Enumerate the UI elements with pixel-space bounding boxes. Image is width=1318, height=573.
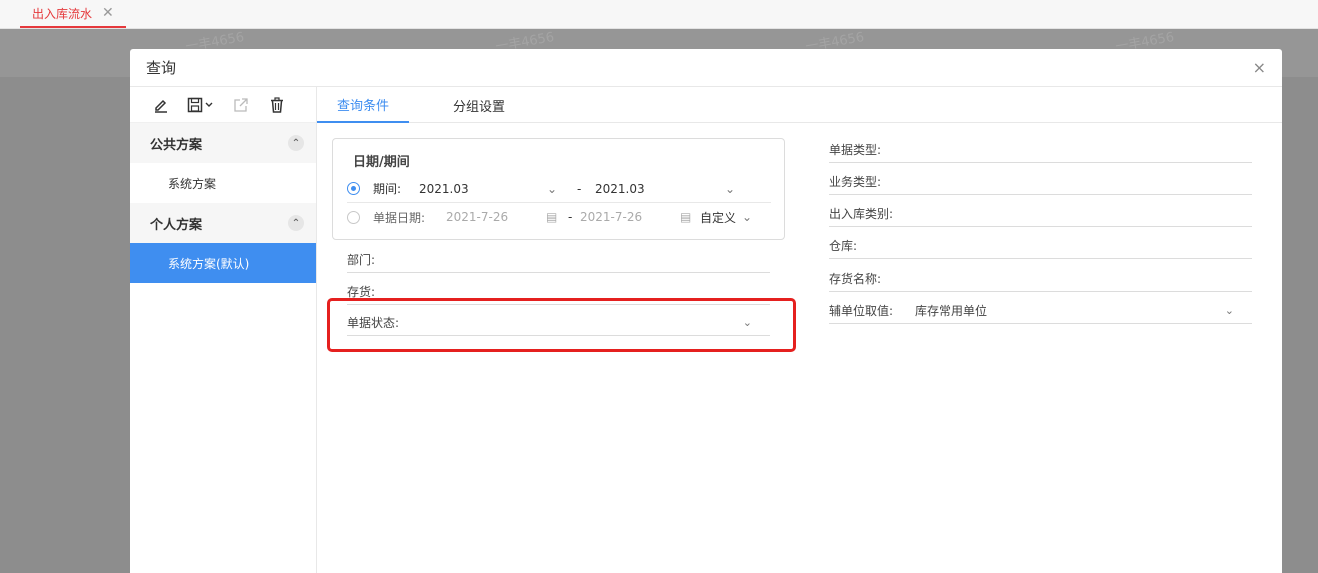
highlight-box <box>327 298 796 352</box>
query-tabs: 查询条件 分组设置 <box>317 87 1282 123</box>
biz-type-field[interactable]: 业务类型: <box>829 169 1252 195</box>
tab-query-conditions[interactable]: 查询条件 <box>317 87 410 123</box>
chevron-down-icon[interactable]: ⌄ <box>725 182 735 196</box>
biz-type-label: 业务类型: <box>829 175 882 189</box>
period-to-select[interactable]: 2021.03 <box>595 182 725 196</box>
public-plan-group[interactable]: 公共方案 ⌃ <box>130 123 316 163</box>
period-label: 期间: <box>373 182 402 196</box>
doc-date-radio[interactable] <box>347 210 360 224</box>
doc-type-label: 单据类型: <box>829 143 882 157</box>
chevron-down-icon[interactable]: ⌄ <box>1225 304 1234 317</box>
group-label: 个人方案 <box>150 217 203 233</box>
warehouse-field[interactable]: 仓库: <box>829 233 1252 259</box>
date-to-input[interactable]: 2021-7-26 <box>580 210 680 224</box>
tab-label: 出入库流水 <box>32 6 93 21</box>
io-category-label: 出入库类别: <box>829 207 894 221</box>
period-from-select[interactable]: 2021.03 <box>419 182 547 196</box>
custom-range-select[interactable]: 自定义 <box>700 209 742 226</box>
plan-item-system-default[interactable]: 系统方案(默认) <box>130 243 316 283</box>
close-icon[interactable]: ✕ <box>102 5 114 21</box>
dept-label: 部门: <box>347 253 376 267</box>
calendar-icon[interactable]: ▤ <box>680 210 700 224</box>
personal-plan-group[interactable]: 个人方案 ⌃ <box>130 203 316 243</box>
doc-date-label: 单据日期: <box>373 210 426 225</box>
chevron-up-icon[interactable]: ⌃ <box>288 215 304 231</box>
plan-toolbar <box>130 87 316 123</box>
date-separator: - <box>568 210 573 224</box>
delete-icon[interactable] <box>266 94 288 116</box>
doc-type-field[interactable]: 单据类型: <box>829 137 1252 163</box>
plan-panel: 公共方案 ⌃ 系统方案 个人方案 ⌃ 系统方案(默认) <box>130 87 317 573</box>
inventory-name-field[interactable]: 存货名称: <box>829 266 1252 292</box>
period-separator: - <box>577 181 582 196</box>
dialog-close-button[interactable]: × <box>1253 58 1266 77</box>
tab-group-settings[interactable]: 分组设置 <box>433 87 525 123</box>
save-icon[interactable] <box>186 94 216 116</box>
plan-item-system[interactable]: 系统方案 <box>130 163 316 203</box>
group-label: 公共方案 <box>150 137 203 153</box>
dept-field[interactable]: 部门: <box>347 247 770 273</box>
inventory-name-label: 存货名称: <box>829 272 882 286</box>
tab-io-flow[interactable]: 出入库流水 ✕ <box>20 0 126 28</box>
io-category-field[interactable]: 出入库类别: <box>829 201 1252 227</box>
dialog-title: 查询 <box>146 59 177 77</box>
date-from-input[interactable]: 2021-7-26 <box>446 210 546 224</box>
aux-unit-label: 辅单位取值: <box>829 304 894 318</box>
doc-date-row: 单据日期: 2021-7-26 ▤ - 2021-7-26 ▤ 自定义 ⌄ <box>347 203 771 231</box>
chevron-down-icon[interactable]: ⌄ <box>742 210 752 224</box>
date-section-title: 日期/期间 <box>353 155 410 170</box>
dialog-header: 查询 × <box>130 49 1282 87</box>
warehouse-label: 仓库: <box>829 239 858 253</box>
period-radio[interactable] <box>347 182 360 195</box>
edit-icon[interactable] <box>150 94 172 116</box>
aux-unit-select[interactable]: 辅单位取值: 库存常用单位 ⌄ <box>829 298 1252 324</box>
export-icon[interactable] <box>230 94 252 116</box>
chevron-up-icon[interactable]: ⌃ <box>288 135 304 151</box>
calendar-icon[interactable]: ▤ <box>546 210 568 224</box>
date-period-box: 日期/期间 期间: 2021.03 ⌄ - 2021.03 ⌄ 单据日期: 20… <box>332 138 785 240</box>
top-tab-bar: 出入库流水 ✕ <box>0 0 1318 29</box>
period-row: 期间: 2021.03 ⌄ - 2021.03 ⌄ <box>347 175 771 203</box>
chevron-down-icon[interactable]: ⌄ <box>547 182 577 196</box>
aux-unit-value: 库存常用单位 <box>915 304 988 318</box>
